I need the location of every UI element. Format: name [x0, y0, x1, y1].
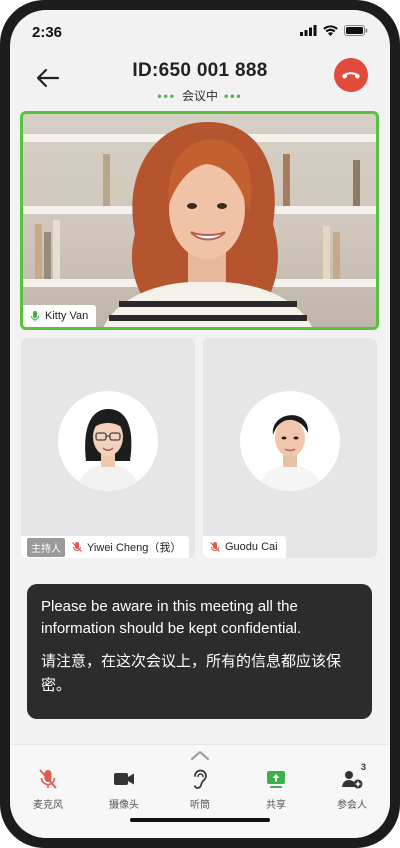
tool-label: 共享: [266, 800, 286, 811]
meeting-header: ID:650 001 888 ••• 会议中 •••: [10, 54, 390, 110]
tool-label: 听筒: [190, 800, 210, 811]
phone-hangup-icon: [342, 72, 360, 79]
participant-tile-yiwei[interactable]: 主持人 Yiwei Cheng（我）: [21, 338, 195, 558]
meeting-toolbar: 麦克风 摄像头 听筒 共享 3 参会人: [10, 744, 390, 838]
avatar: [58, 391, 158, 491]
participant-tile-guodu[interactable]: Guodu Cai: [203, 338, 377, 558]
avatar: [240, 391, 340, 491]
share-screen-icon: [267, 771, 285, 788]
toolbar-items: 麦克风 摄像头 听筒 共享 3 参会人: [10, 762, 390, 815]
notice-text-en: Please be aware in this meeting all the …: [41, 598, 302, 637]
confidentiality-notice: Please be aware in this meeting all the …: [27, 584, 372, 719]
participant-name: Guodu Cai: [225, 541, 278, 553]
mic-muted-icon: [210, 542, 220, 552]
meeting-id: ID:650 001 888: [132, 60, 268, 81]
participant-count-badge: 3: [361, 762, 367, 772]
participants-button[interactable]: 3 参会人: [314, 762, 390, 815]
status-dots-right: •••: [224, 89, 243, 103]
host-badge: 主持人: [27, 537, 65, 557]
camera-toggle-button[interactable]: 摄像头: [86, 767, 162, 815]
status-icons: [300, 25, 368, 36]
name-tag-guodu: Guodu Cai: [203, 536, 286, 558]
meeting-status-text: 会议中: [181, 89, 218, 103]
status-time: 2:36: [32, 24, 63, 41]
chevron-up-icon[interactable]: [188, 749, 212, 761]
camera-icon: [114, 773, 134, 785]
mic-muted-icon: [39, 769, 57, 789]
mic-muted-icon: [72, 542, 82, 552]
participant-name: Yiwei Cheng（我）: [87, 542, 182, 554]
ear-icon: [194, 769, 207, 789]
participant-portrait-kitty: [103, 122, 312, 327]
microphone-icon: [31, 311, 39, 322]
tool-label: 参会人: [337, 800, 367, 811]
participants-icon-wrap: 3: [340, 762, 366, 791]
avatar-portrait-yiwei: [76, 409, 140, 491]
participant-name: Kitty Van: [45, 310, 89, 322]
meeting-status: ••• 会议中 •••: [10, 87, 390, 104]
tool-label: 麦克风: [33, 800, 63, 811]
earpiece-button[interactable]: 听筒: [162, 767, 238, 815]
hangup-button[interactable]: [334, 58, 368, 92]
signal-icon: [300, 25, 317, 36]
status-bar: 2:36: [10, 10, 390, 54]
name-tag-yiwei: 主持人 Yiwei Cheng（我）: [21, 536, 190, 558]
notice-text-zh: 请注意，在这次会议上，所有的信息都应该保密。: [41, 653, 342, 694]
screen: 2:36 ID:650 001 888 ••• 会议中 ••• Kitty Va…: [10, 10, 390, 838]
wifi-icon: [323, 25, 338, 36]
phone-frame: 2:36 ID:650 001 888 ••• 会议中 ••• Kitty Va…: [0, 0, 400, 848]
home-indicator[interactable]: [130, 818, 270, 822]
avatar-portrait-guodu: [258, 415, 322, 491]
share-button[interactable]: 共享: [238, 767, 314, 815]
mic-toggle-button[interactable]: 麦克风: [10, 767, 86, 815]
battery-icon: [344, 25, 368, 36]
tool-label: 摄像头: [109, 800, 139, 811]
status-dots-left: •••: [157, 89, 176, 103]
main-video-tile[interactable]: Kitty Van: [20, 111, 379, 330]
name-tag-kitty: Kitty Van: [23, 305, 97, 327]
